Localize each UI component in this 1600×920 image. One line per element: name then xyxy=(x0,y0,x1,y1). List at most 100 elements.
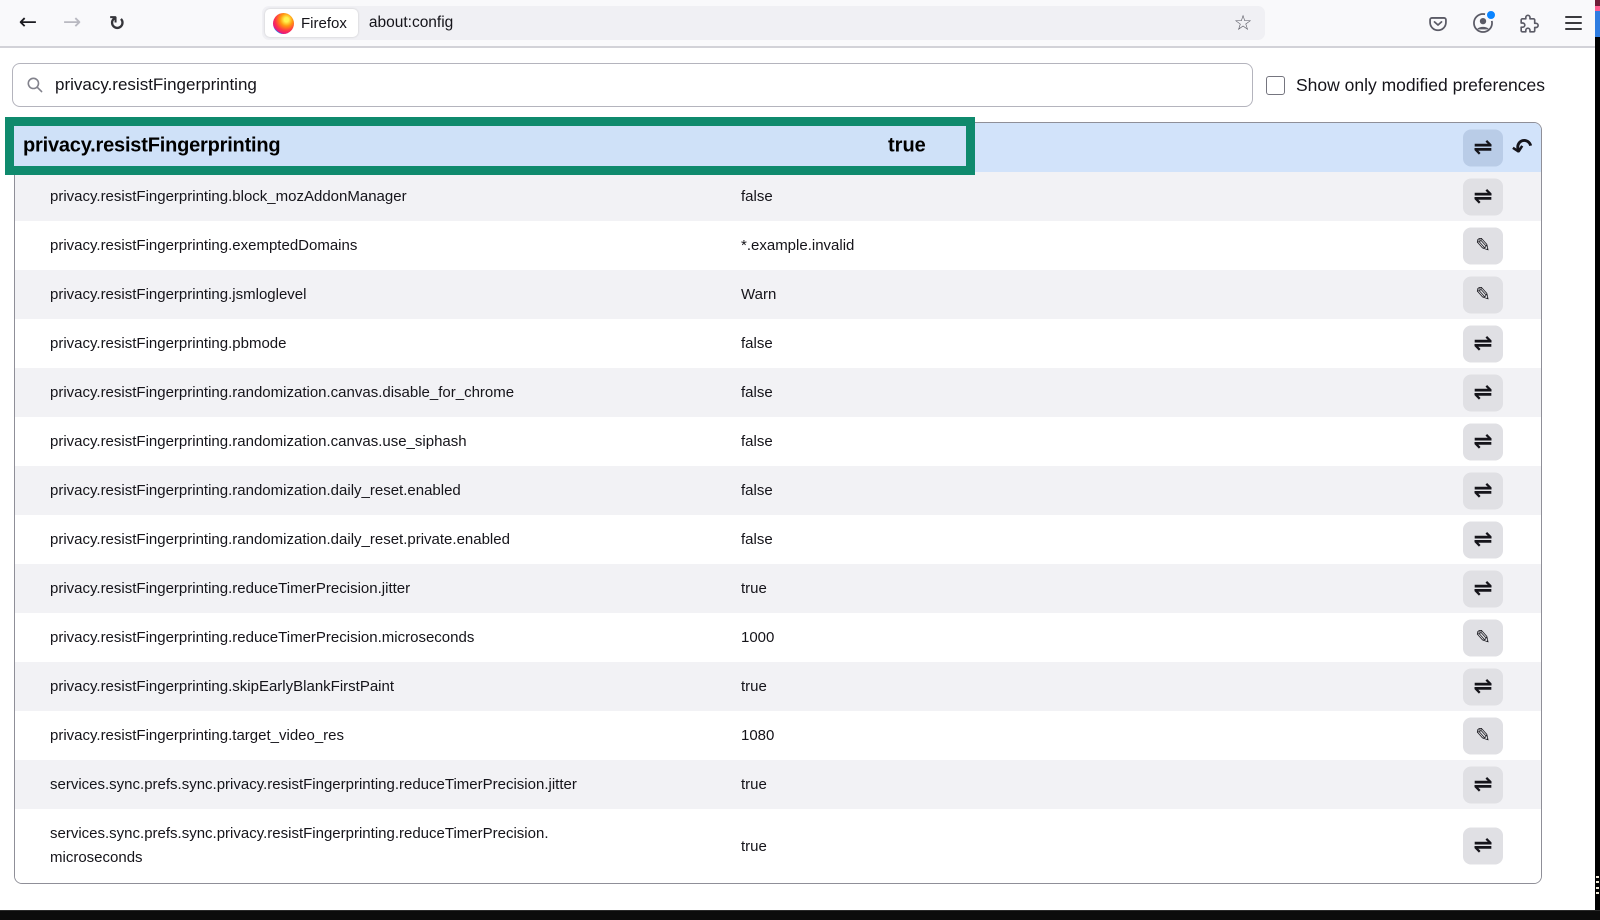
extensions-puzzle-icon[interactable] xyxy=(1513,8,1543,38)
modified-only-checkbox[interactable] xyxy=(1266,76,1285,95)
pref-name: privacy.resistFingerprinting.randomizati… xyxy=(50,381,514,405)
pref-name: privacy.resistFingerprinting.randomizati… xyxy=(50,528,510,552)
pref-name: privacy.resistFingerprinting.randomizati… xyxy=(50,430,467,454)
toggle-icon: ⇌ xyxy=(1473,835,1492,858)
toggle-icon: ⇌ xyxy=(1473,773,1492,796)
toggle-button[interactable]: ⇌ xyxy=(1463,668,1503,705)
pref-name: privacy.resistFingerprinting.pbmode xyxy=(50,332,287,356)
pref-table: ⇌ ↶ privacy.resistFingerprinting.block_m… xyxy=(14,122,1542,884)
reset-button[interactable]: ↶ xyxy=(1504,129,1540,166)
pref-name: services.sync.prefs.sync.privacy.resistF… xyxy=(50,773,577,797)
toggle-button[interactable]: ⇌ xyxy=(1463,325,1503,362)
toggle-icon: ⇌ xyxy=(1473,430,1492,453)
pref-row[interactable]: privacy.resistFingerprinting.randomizati… xyxy=(15,417,1541,466)
search-icon xyxy=(26,76,44,94)
selected-pref-name: privacy.resistFingerprinting xyxy=(23,135,280,158)
selected-pref-value: true xyxy=(888,135,926,158)
pref-row[interactable]: privacy.resistFingerprinting.target_vide… xyxy=(15,711,1541,760)
pref-value: 1000 xyxy=(741,629,774,646)
toggle-icon: ⇌ xyxy=(1473,185,1492,208)
toggle-icon: ⇌ xyxy=(1473,528,1492,551)
edit-icon: ✎ xyxy=(1475,726,1492,746)
pref-row[interactable]: services.sync.prefs.sync.privacy.resistF… xyxy=(15,809,1541,883)
screen-right-edge xyxy=(1595,0,1600,920)
toggle-button[interactable]: ⇌ xyxy=(1463,828,1503,865)
toggle-icon: ⇌ xyxy=(1473,675,1492,698)
url-bar[interactable]: Firefox about:config ☆ xyxy=(262,6,1265,40)
browser-toolbar: ← → ↻ Firefox about:config ☆ xyxy=(0,0,1600,48)
toggle-button[interactable]: ⇌ xyxy=(1463,570,1503,607)
pref-name: privacy.resistFingerprinting.target_vide… xyxy=(50,724,344,748)
pref-row[interactable]: privacy.resistFingerprinting.skipEarlyBl… xyxy=(15,662,1541,711)
toggle-button[interactable]: ⇌ xyxy=(1463,374,1503,411)
search-input[interactable] xyxy=(53,74,1252,96)
pref-name: privacy.resistFingerprinting.block_mozAd… xyxy=(50,185,407,209)
pref-name: privacy.resistFingerprinting.exemptedDom… xyxy=(50,234,357,258)
undo-icon: ↶ xyxy=(1509,133,1535,162)
pref-name: privacy.resistFingerprinting.randomizati… xyxy=(50,479,461,503)
bookmark-star-icon[interactable]: ☆ xyxy=(1227,6,1259,40)
pref-row[interactable]: privacy.resistFingerprinting.randomizati… xyxy=(15,368,1541,417)
pref-row[interactable]: services.sync.prefs.sync.privacy.resistF… xyxy=(15,760,1541,809)
pref-value: true xyxy=(741,580,767,597)
toggle-button[interactable]: ⇌ xyxy=(1463,423,1503,460)
reload-icon[interactable]: ↻ xyxy=(101,7,133,39)
toggle-button[interactable]: ⇌ xyxy=(1463,521,1503,558)
pref-value: true xyxy=(741,678,767,695)
toggle-icon: ⇌ xyxy=(1473,381,1492,404)
toggle-button[interactable]: ⇌ xyxy=(1463,766,1503,803)
toggle-button[interactable]: ⇌ xyxy=(1463,129,1503,166)
browser-window: ← → ↻ Firefox about:config ☆ xyxy=(0,0,1600,920)
pref-row[interactable]: privacy.resistFingerprinting.jsmloglevel… xyxy=(15,270,1541,319)
pref-value: false xyxy=(741,531,773,548)
edit-button[interactable]: ✎ xyxy=(1463,619,1503,656)
pref-value: false xyxy=(741,384,773,401)
selection-highlight-box: privacy.resistFingerprinting true xyxy=(5,117,975,175)
edit-button[interactable]: ✎ xyxy=(1463,227,1503,264)
menu-hamburger-icon[interactable] xyxy=(1558,8,1588,38)
edit-icon: ✎ xyxy=(1475,285,1492,305)
firefox-logo-icon xyxy=(273,13,294,34)
pref-search-box[interactable] xyxy=(12,63,1253,107)
toggle-button[interactable]: ⇌ xyxy=(1463,178,1503,215)
pref-value: 1080 xyxy=(741,727,774,744)
config-search-section: Show only modified preferences xyxy=(0,48,1600,120)
pref-value: false xyxy=(741,188,773,205)
pref-value: false xyxy=(741,335,773,352)
toggle-button[interactable]: ⇌ xyxy=(1463,472,1503,509)
pref-row[interactable]: privacy.resistFingerprinting.randomizati… xyxy=(15,515,1541,564)
pref-name: privacy.resistFingerprinting.reduceTimer… xyxy=(50,626,474,650)
toggle-icon: ⇌ xyxy=(1473,332,1492,355)
pref-name: privacy.resistFingerprinting.reduceTimer… xyxy=(50,577,410,601)
pref-rows: privacy.resistFingerprinting.block_mozAd… xyxy=(15,172,1541,883)
pref-row[interactable]: privacy.resistFingerprinting.block_mozAd… xyxy=(15,172,1541,221)
pref-name: services.sync.prefs.sync.privacy.resistF… xyxy=(50,822,549,870)
edit-icon: ✎ xyxy=(1475,236,1492,256)
pref-row[interactable]: privacy.resistFingerprinting.pbmode false… xyxy=(15,319,1541,368)
pref-value: *.example.invalid xyxy=(741,237,854,254)
toggle-icon: ⇌ xyxy=(1473,577,1492,600)
account-icon[interactable] xyxy=(1468,8,1498,38)
edit-icon: ✎ xyxy=(1475,628,1492,648)
pref-value: true xyxy=(741,776,767,793)
url-text: about:config xyxy=(369,14,453,32)
forward-icon[interactable]: → xyxy=(56,7,88,39)
modified-only-filter: Show only modified preferences xyxy=(1266,63,1545,107)
account-notification-badge xyxy=(1485,9,1497,21)
edit-button[interactable]: ✎ xyxy=(1463,717,1503,754)
pref-row[interactable]: privacy.resistFingerprinting.reduceTimer… xyxy=(15,613,1541,662)
pref-value: false xyxy=(741,433,773,450)
pref-value: Warn xyxy=(741,286,776,303)
pref-row[interactable]: privacy.resistFingerprinting.exemptedDom… xyxy=(15,221,1541,270)
pref-name: privacy.resistFingerprinting.jsmloglevel xyxy=(50,283,306,307)
back-icon[interactable]: ← xyxy=(12,7,44,39)
pocket-icon[interactable] xyxy=(1423,8,1453,38)
modified-only-label: Show only modified preferences xyxy=(1296,75,1545,96)
toolbar-action-icons xyxy=(1423,6,1588,40)
pref-row[interactable]: privacy.resistFingerprinting.reduceTimer… xyxy=(15,564,1541,613)
pref-name: privacy.resistFingerprinting.skipEarlyBl… xyxy=(50,675,394,699)
site-identity-chip[interactable]: Firefox xyxy=(265,9,358,37)
pref-row[interactable]: privacy.resistFingerprinting.randomizati… xyxy=(15,466,1541,515)
edit-button[interactable]: ✎ xyxy=(1463,276,1503,313)
pref-value: true xyxy=(741,838,767,855)
